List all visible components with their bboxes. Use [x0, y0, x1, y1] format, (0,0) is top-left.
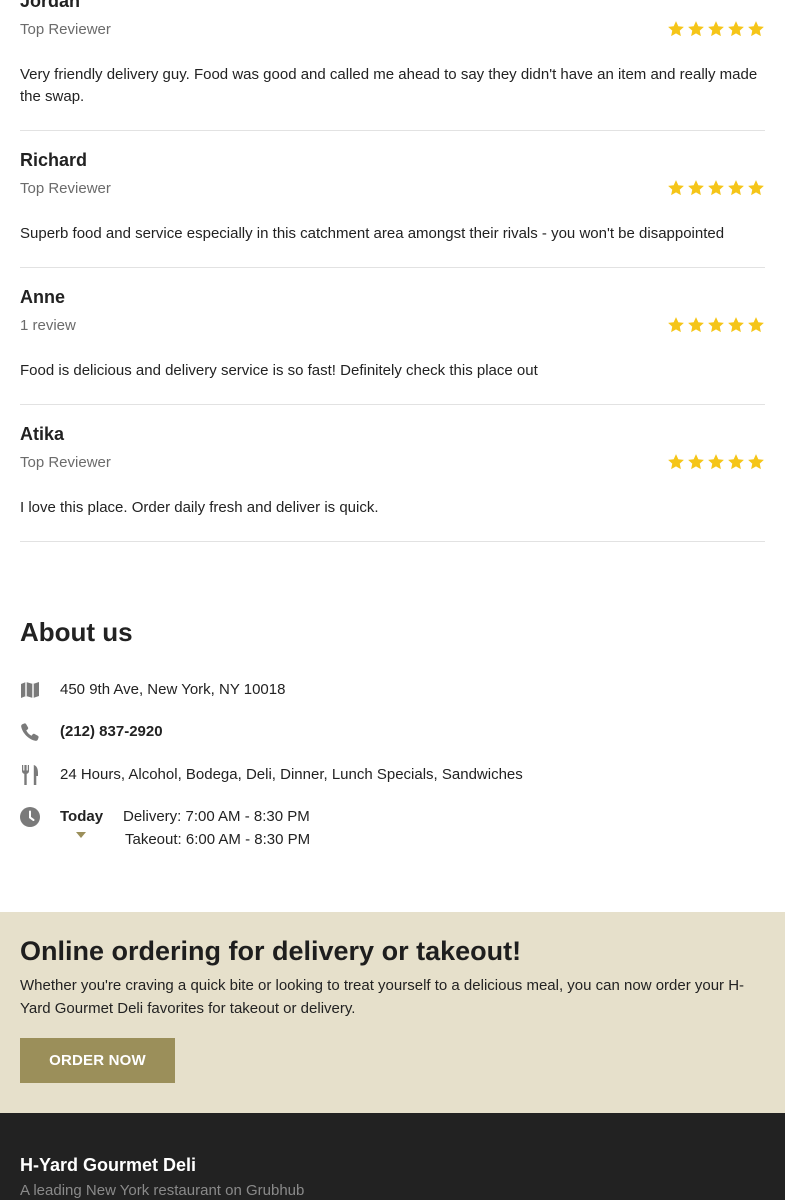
footer-restaurant-name: H-Yard Gourmet Deli	[20, 1155, 197, 1175]
review-item: Atika Top Reviewer I love this place. Or…	[20, 405, 765, 542]
star-icon	[687, 453, 705, 471]
online-ordering-banner: Online ordering for delivery or takeout!…	[0, 912, 785, 1113]
star-icon	[707, 316, 725, 334]
review-item: Jordan Top Reviewer Very friendly delive…	[20, 0, 765, 131]
star-icon	[727, 20, 745, 38]
star-icon	[687, 20, 705, 38]
footer-tagline: A leading New York restaurant on Grubhub	[20, 1182, 305, 1199]
star-icon	[707, 20, 725, 38]
reviewer-badge: Top Reviewer	[20, 453, 111, 471]
ordering-title: Online ordering for delivery or takeout!	[20, 936, 522, 966]
footer: H-Yard Gourmet Deli A leading New York r…	[0, 1113, 785, 1200]
star-icon	[707, 453, 725, 471]
reviewer-name: Anne	[20, 287, 65, 307]
reviewer-name: Richard	[20, 150, 88, 170]
star-rating	[667, 316, 765, 334]
star-rating	[667, 179, 765, 197]
star-icon	[747, 316, 765, 334]
star-icon	[727, 179, 745, 197]
phone-link[interactable]: (212) 837-2920	[60, 723, 163, 740]
order-now-button[interactable]: ORDER NOW	[20, 1038, 175, 1083]
phone-icon	[20, 722, 40, 742]
star-icon	[707, 179, 725, 197]
review-text: Superb food and service especially in th…	[20, 225, 725, 242]
star-rating	[667, 453, 765, 471]
star-icon	[667, 179, 685, 197]
star-icon	[687, 179, 705, 197]
review-text: Very friendly delivery guy. Food was goo…	[20, 66, 758, 105]
star-icon	[727, 453, 745, 471]
reviews-list: Jordan Top Reviewer Very friendly delive…	[20, 0, 765, 542]
phone-row[interactable]: (212) 837-2920	[20, 722, 765, 746]
star-rating	[667, 20, 765, 38]
reviewer-name: Jordan	[20, 0, 81, 11]
map-icon	[20, 680, 40, 700]
star-icon	[747, 179, 765, 197]
star-icon	[667, 453, 685, 471]
reviewer-name: Atika	[20, 424, 65, 444]
utensils-icon	[20, 764, 40, 785]
review-text: Food is delicious and delivery service i…	[20, 362, 538, 379]
hours-day[interactable]: Today	[60, 808, 103, 825]
clock-icon	[20, 807, 40, 827]
hours-delivery: Delivery: 7:00 AM - 8:30 PM	[123, 808, 310, 825]
caret-down-icon[interactable]	[76, 832, 86, 838]
address-row: 450 9th Ave, New York, NY 10018	[20, 680, 765, 704]
star-icon	[687, 316, 705, 334]
hours-takeout: Takeout: 6:00 AM - 8:30 PM	[125, 831, 311, 848]
star-icon	[727, 316, 745, 334]
ordering-description: Whether you're craving a quick bite or l…	[20, 977, 745, 1017]
star-icon	[747, 453, 765, 471]
reviewer-badge: Top Reviewer	[20, 20, 111, 38]
address-text: 450 9th Ave, New York, NY 10018	[60, 681, 286, 698]
reviewer-badge: Top Reviewer	[20, 179, 111, 197]
categories-row: 24 Hours, Alcohol, Bodega, Deli, Dinner,…	[20, 764, 765, 788]
review-item: Anne 1 review Food is delicious and deli…	[20, 268, 765, 405]
review-item: Richard Top Reviewer Superb food and ser…	[20, 131, 765, 268]
about-section: About us 450 9th Ave, New York, NY 10018…	[20, 612, 765, 848]
star-icon	[667, 316, 685, 334]
reviewer-badge: 1 review	[20, 316, 76, 334]
about-title: About us	[20, 617, 133, 647]
hours-row[interactable]: Today Delivery: 7:00 AM - 8:30 PM Takeou…	[20, 807, 765, 853]
categories-text: 24 Hours, Alcohol, Bodega, Deli, Dinner,…	[60, 766, 523, 783]
review-text: I love this place. Order daily fresh and…	[20, 499, 379, 516]
star-icon	[667, 20, 685, 38]
star-icon	[747, 20, 765, 38]
